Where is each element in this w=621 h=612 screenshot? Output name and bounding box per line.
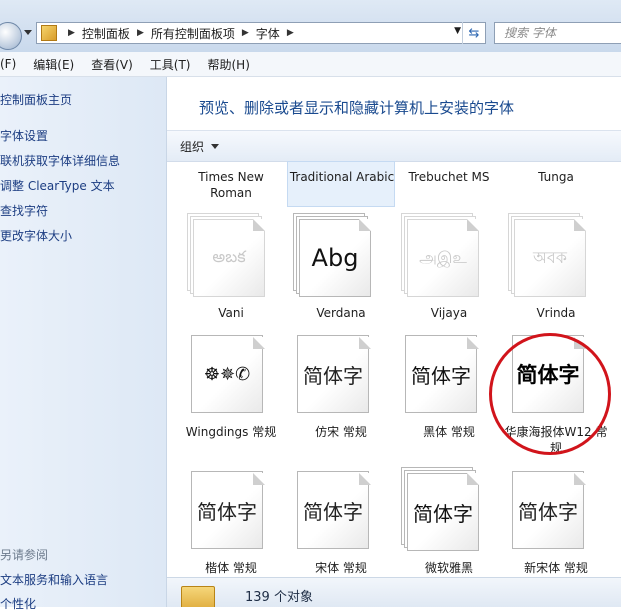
chevron-right-icon[interactable]: ▶: [137, 28, 144, 38]
font-name: Verdana: [316, 306, 366, 320]
font-preview: ☸✵✆: [187, 331, 267, 413]
font-sample: 简体字: [303, 499, 363, 524]
font-preview: అబక: [187, 213, 267, 297]
font-sample: 简体字: [303, 363, 363, 388]
font-tile[interactable]: 简体字 楷体 常规: [177, 467, 285, 579]
font-sample: అబక: [212, 246, 246, 266]
page-title: 预览、删除或者显示和隐藏计算机上安装的字体: [199, 99, 515, 117]
font-name: 仿宋 常规: [315, 425, 367, 439]
breadcrumb-item[interactable]: 所有控制面板项: [151, 25, 235, 42]
menu-help[interactable]: 帮助(H): [208, 56, 250, 73]
item-count: 139 个对象: [245, 590, 313, 605]
font-tile[interactable]: Tunga: [502, 162, 610, 206]
font-tile[interactable]: 简体字 微软雅黑: [395, 467, 503, 579]
font-tile[interactable]: 简体字 新宋体 常规: [502, 467, 610, 579]
menu-view[interactable]: 查看(V): [91, 56, 133, 73]
see-also-heading: 另请参阅: [0, 548, 49, 562]
search-input[interactable]: 搜索 字体: [494, 22, 621, 44]
refresh-icon: ⇆: [468, 25, 480, 41]
font-preview: Abg: [293, 213, 373, 297]
navigation-pane: 控制面板主页 字体设置 联机获取字体详细信息 调整 ClearType 文本 查…: [0, 77, 167, 611]
font-sample: அஇஉ: [419, 247, 467, 267]
control-panel-icon: [41, 25, 57, 41]
font-preview: அஇஉ: [401, 213, 481, 297]
highlight-circle: [489, 333, 611, 455]
personalization-link[interactable]: 个性化: [0, 595, 36, 612]
font-name: 黑体 常规: [423, 425, 475, 439]
font-preview: অবক: [508, 213, 588, 297]
font-sample: 简体字: [518, 499, 578, 524]
chevron-down-icon[interactable]: ▼: [454, 26, 461, 36]
refresh-button[interactable]: ⇆: [462, 22, 485, 44]
chevron-right-icon[interactable]: ▶: [242, 28, 249, 38]
chevron-right-icon[interactable]: ▶: [287, 28, 294, 38]
font-preview: 简体字: [293, 467, 373, 549]
font-tile[interactable]: అబక Vani: [177, 213, 285, 325]
find-character-link[interactable]: 查找字符: [0, 202, 48, 219]
menu-file[interactable]: (F): [0, 57, 16, 71]
breadcrumb-item[interactable]: 控制面板: [82, 25, 130, 42]
breadcrumb-item[interactable]: 字体: [256, 25, 280, 42]
organize-button[interactable]: 组织: [180, 138, 204, 155]
font-name: Vani: [218, 306, 244, 320]
font-sample: অবক: [533, 247, 567, 267]
change-font-size-link[interactable]: 更改字体大小: [0, 227, 72, 244]
font-name: Vrinda: [536, 306, 576, 320]
menu-tools[interactable]: 工具(T): [150, 56, 191, 73]
font-tile[interactable]: Traditional Arabic: [287, 161, 395, 207]
font-name: 新宋体 常规: [524, 561, 588, 575]
font-preview: 简体字: [187, 467, 267, 549]
fonts-folder-icon: [181, 586, 215, 607]
font-name: Times New Roman: [198, 170, 264, 200]
breadcrumb: ▶ 控制面板 ▶ 所有控制面板项 ▶ 字体 ▶: [61, 25, 301, 42]
font-sample: 简体字: [411, 363, 471, 388]
font-name: Tunga: [538, 170, 574, 184]
font-tile[interactable]: 简体字 黑体 常规: [395, 331, 503, 455]
command-bar: 组织: [167, 130, 621, 162]
font-tile[interactable]: অবক Vrinda: [502, 213, 610, 325]
font-name: Trebuchet MS: [408, 170, 490, 184]
font-preview: 简体字: [401, 331, 481, 413]
text-services-link[interactable]: 文本服务和输入语言: [0, 571, 108, 588]
font-name: Wingdings 常规: [185, 425, 277, 439]
font-sample: Abg: [311, 244, 359, 272]
adjust-cleartype-link[interactable]: 调整 ClearType 文本: [0, 177, 115, 194]
chevron-right-icon[interactable]: ▶: [68, 28, 75, 38]
font-tile[interactable]: அஇஉ Vijaya: [395, 213, 503, 325]
chevron-down-icon[interactable]: [211, 143, 220, 149]
font-sample: 简体字: [413, 501, 473, 526]
font-tile[interactable]: ☸✵✆ Wingdings 常规: [177, 331, 285, 455]
back-button[interactable]: [0, 22, 22, 50]
content-pane: 预览、删除或者显示和隐藏计算机上安装的字体 组织 Times New Roman…: [167, 77, 621, 607]
font-tile[interactable]: 简体字 宋体 常规: [287, 467, 395, 579]
font-name: 楷体 常规: [205, 561, 257, 575]
font-name: Traditional Arabic: [289, 170, 395, 184]
recent-pages-dropdown[interactable]: [24, 30, 32, 35]
font-preview: 简体字: [293, 331, 373, 413]
font-name: Vijaya: [430, 306, 468, 320]
menu-bar: (F) 编辑(E) 查看(V) 工具(T) 帮助(H): [0, 52, 621, 77]
font-name: 宋体 常规: [315, 561, 367, 575]
font-tile[interactable]: 简体字 仿宋 常规: [287, 331, 395, 455]
get-font-info-online-link[interactable]: 联机获取字体详细信息: [0, 152, 120, 169]
font-preview: 简体字: [401, 467, 481, 551]
font-tile[interactable]: Times New Roman: [177, 162, 285, 206]
font-sample: 简体字: [197, 499, 257, 524]
font-sample: ☸✵✆: [203, 363, 251, 385]
font-settings-link[interactable]: 字体设置: [0, 127, 48, 144]
font-name: 微软雅黑: [424, 561, 473, 575]
font-preview: 简体字: [508, 467, 588, 549]
font-tile[interactable]: Abg Verdana: [287, 213, 395, 325]
menu-edit[interactable]: 编辑(E): [33, 56, 74, 73]
title-bar: ▶ 控制面板 ▶ 所有控制面板项 ▶ 字体 ▶ ▼ ⇆ 搜索 字体: [0, 0, 621, 52]
control-panel-home-link[interactable]: 控制面板主页: [0, 91, 72, 108]
font-tile[interactable]: Trebuchet MS: [395, 162, 503, 206]
address-bar[interactable]: ▶ 控制面板 ▶ 所有控制面板项 ▶ 字体 ▶ ▼ ⇆: [36, 22, 486, 44]
status-bar: 139 个对象: [167, 577, 621, 607]
